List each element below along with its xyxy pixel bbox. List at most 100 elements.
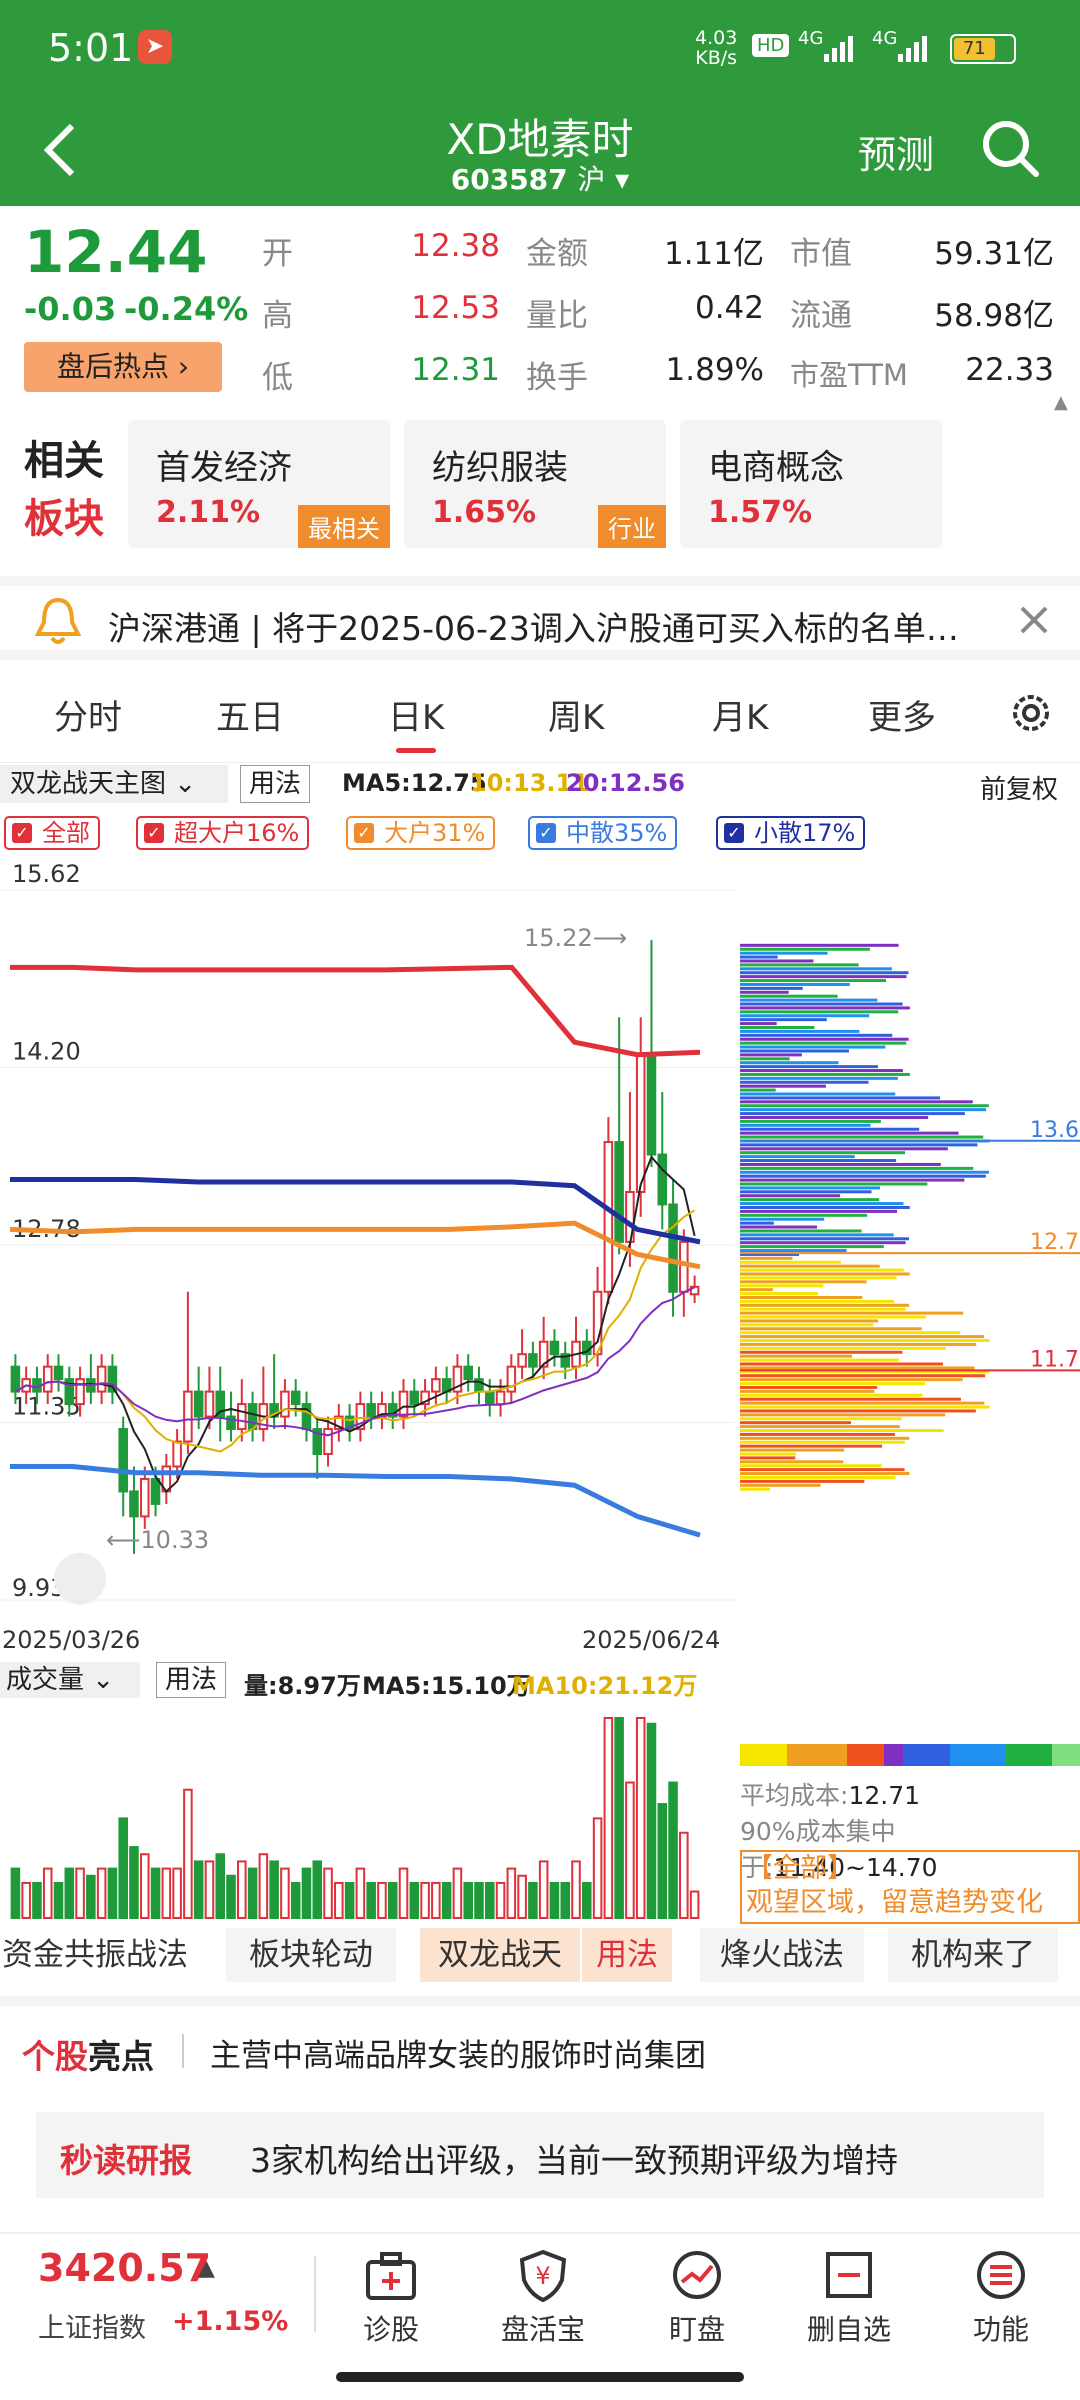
cost-bar <box>740 1401 985 1405</box>
cost-bar <box>740 1284 824 1288</box>
volume-bar <box>10 1867 21 1919</box>
nav-treasure[interactable]: ¥ 盘活宝 <box>488 2248 598 2348</box>
expand-caret-icon[interactable]: ▲ <box>1054 392 1068 413</box>
volume-bar <box>517 1874 527 1919</box>
adjust-button[interactable]: 前复权 <box>980 769 1058 806</box>
chip-all[interactable]: ✓ 全部 <box>4 816 100 850</box>
cost-bar <box>740 1241 906 1245</box>
volume-ma5: MA5:15.10万 <box>362 1672 531 1700</box>
cost-bar <box>740 1346 946 1350</box>
candle-body <box>603 1141 614 1293</box>
sector-pct: 1.65% <box>432 495 537 530</box>
tab-monthly-k[interactable]: 月K <box>712 690 768 739</box>
low-value: 12.31 <box>411 352 500 388</box>
notice-bar[interactable]: 沪深港通 | 将于2025-06-23调入沪股通可买入标的名单… <box>0 576 1080 660</box>
nav-watch[interactable]: 盯盘 <box>642 2248 752 2348</box>
nav-remove-watchlist[interactable]: 删自选 <box>794 2248 904 2348</box>
report-card[interactable]: 秒读研报 3家机构给出评级，当前一致预期评级为增持 <box>36 2112 1044 2198</box>
predict-button[interactable]: 预测 <box>858 124 934 179</box>
chip-medium[interactable]: ✓ 中散35% <box>528 816 678 850</box>
up-triangle-icon: ▲ <box>198 2256 215 2281</box>
cost-bar <box>740 1182 928 1186</box>
tab-daily-k[interactable]: 日K <box>388 690 444 739</box>
strategy-usage-button[interactable]: 用法 <box>582 1928 672 1982</box>
chip-super-large[interactable]: ✓ 超大户16% <box>136 816 310 850</box>
cost-bar <box>740 1483 821 1487</box>
tab-more[interactable]: 更多 <box>868 690 936 739</box>
cost-bar <box>740 1382 925 1386</box>
volume-bar <box>344 1881 355 1920</box>
volume-bar <box>603 1717 614 1919</box>
volume-usage-button[interactable]: 用法 <box>156 1662 227 1698</box>
cost-bar <box>740 1143 978 1147</box>
usage-button[interactable]: 用法 <box>240 765 311 803</box>
volume-selector[interactable]: 成交量 ⌄ <box>0 1662 140 1698</box>
nav-label: 盯盘 <box>668 2313 725 2346</box>
sector-card-2[interactable]: 纺织服装 1.65% 行业 <box>404 420 666 548</box>
volume-bar <box>689 1890 700 1920</box>
strategy-tab-shuanglong[interactable]: 双龙战天 <box>420 1928 580 1982</box>
volume-bar <box>215 1853 226 1919</box>
cost-bar <box>740 979 886 983</box>
cost-bar <box>740 1221 774 1225</box>
cost-bar <box>740 1335 985 1339</box>
nav-label: 诊股 <box>362 2313 419 2346</box>
checkbox-icon: ✓ <box>724 823 744 843</box>
sector-card-1[interactable]: 首发经济 2.11% 最相关 <box>128 420 390 548</box>
search-icon[interactable] <box>980 118 1040 178</box>
nav-functions[interactable]: 功能 <box>946 2248 1056 2348</box>
cost-bar <box>740 1487 770 1491</box>
stock-highlight[interactable]: 个股亮点 主营中高端品牌女装的服饰时尚集团 <box>0 2016 1080 2086</box>
candle-body <box>635 1053 646 1193</box>
cost-bar <box>740 1108 987 1112</box>
chip-small[interactable]: ✓ 小散17% <box>716 816 866 850</box>
strategy-tab-institution[interactable]: 机构来了 <box>888 1928 1058 1982</box>
index-ticker[interactable]: 3420.57 ▲ 上证指数 +1.15% <box>0 2240 300 2350</box>
candle-body <box>646 1053 657 1156</box>
indicator-selector[interactable]: 双龙战天主图 ⌄ <box>0 765 228 803</box>
candle-body <box>549 1340 560 1356</box>
cost-bar <box>740 1311 964 1315</box>
cost-bar <box>740 1037 909 1041</box>
chip-label: 全部 <box>42 819 90 847</box>
settings-gear-icon[interactable] <box>1006 688 1056 738</box>
cost-bar <box>740 1374 986 1378</box>
volume-bar <box>635 1717 646 1919</box>
chip-large[interactable]: ✓ 大户31% <box>346 816 496 850</box>
volume-chart[interactable] <box>0 1700 740 1922</box>
tab-weekly-k[interactable]: 周K <box>548 690 604 739</box>
nav-diagnose[interactable]: 诊股 <box>336 2248 446 2348</box>
cost-bar <box>740 1421 851 1425</box>
cost-bar <box>740 1088 776 1092</box>
strategy-tab-rotation[interactable]: 板块轮动 <box>226 1928 396 1982</box>
sector-pct: 2.11% <box>156 495 261 530</box>
tab-five-day[interactable]: 五日 <box>216 690 284 739</box>
volume-bar <box>323 1867 333 1919</box>
hot-topics-button[interactable]: 盘后热点 › <box>24 342 222 392</box>
net-speed: 4.03 <box>695 27 738 49</box>
advice-box: 【全部】 观望区域，留意趋势变化 <box>740 1850 1080 1924</box>
checkbox-icon: ✓ <box>144 823 164 843</box>
cost-bar <box>740 1342 977 1346</box>
status-bar: 5:01 ➤ 4.03 KB/s HD 4G 4G 71 <box>0 0 1080 96</box>
volume-bar <box>646 1722 657 1920</box>
sector-card-3[interactable]: 电商概念 1.57% <box>680 420 942 548</box>
turnover-label: 换手 <box>526 360 588 396</box>
monitor-chart-icon <box>673 2251 721 2299</box>
strategy-tab-fenghuo[interactable]: 烽火战法 <box>700 1928 864 1982</box>
cost-bar <box>740 1014 870 1018</box>
volume-bar <box>484 1881 495 1920</box>
ma-line <box>14 1286 696 1437</box>
kline-chart[interactable]: 15.6214.2012.7811.359.9315.22⟶⟵10.332025… <box>0 860 1080 1660</box>
nav-label: 功能 <box>972 2313 1029 2346</box>
candle-body <box>237 1403 247 1431</box>
close-icon[interactable] <box>1016 602 1052 638</box>
cost-bar <box>740 1354 852 1358</box>
tab-intraday[interactable]: 分时 <box>54 690 122 739</box>
cost-bar <box>740 1065 878 1069</box>
strategy-tab-resonance[interactable]: 资金共振战法 <box>0 1928 190 1982</box>
cost-bar <box>740 1151 906 1155</box>
cost-bar <box>740 1041 907 1045</box>
volume-bar <box>118 1817 128 1919</box>
cost-bar <box>740 1096 941 1100</box>
